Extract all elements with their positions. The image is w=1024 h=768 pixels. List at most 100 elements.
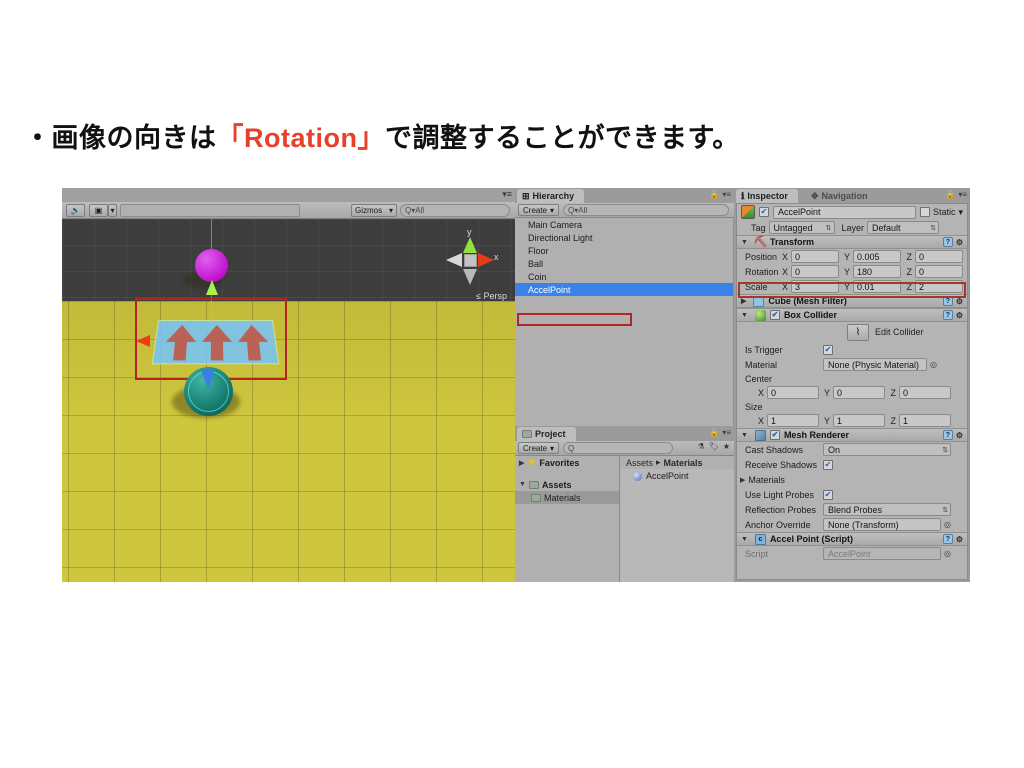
hierarchy-item-accelpoint[interactable]: AccelPoint	[515, 283, 733, 296]
project-tree-materials[interactable]: Materials	[515, 491, 619, 504]
hierarchy-item-ball[interactable]: Ball	[515, 257, 733, 270]
hierarchy-item-main-camera[interactable]: Main Camera	[515, 218, 733, 231]
chevron-down-icon[interactable]: ▼	[519, 481, 526, 488]
hierarchy-item-coin[interactable]: Coin	[515, 270, 733, 283]
reflection-probes-dropdown[interactable]: Blend Probes ⇅	[823, 503, 951, 516]
materials-row[interactable]: ▶ Materials	[737, 472, 967, 487]
hierarchy-menu-icon[interactable]: ▾≡	[722, 190, 731, 199]
mesh-renderer-enabled-checkbox[interactable]: ✔	[769, 430, 780, 440]
ball-object[interactable]	[195, 249, 228, 282]
mesh-filter-component-header[interactable]: ▶ Cube (Mesh Filter) ? ⚙	[737, 294, 967, 308]
center-y-input[interactable]: 0	[833, 386, 885, 399]
anchor-override-field[interactable]: None (Transform)	[823, 518, 941, 531]
static-toggle[interactable]: ✔ Static ▾	[919, 207, 963, 218]
object-picker-icon[interactable]: ◎	[944, 549, 951, 558]
help-icon[interactable]: ?	[942, 534, 953, 544]
script-field[interactable]: AccelPoint	[823, 547, 941, 560]
box-collider-enabled-checkbox[interactable]: ✔	[769, 310, 780, 320]
gear-icon[interactable]: ⚙	[956, 431, 963, 440]
cast-shadows-dropdown[interactable]: On ⇅	[823, 443, 951, 456]
chevron-right-icon[interactable]: ▶	[741, 297, 746, 305]
mesh-renderer-component-header[interactable]: ▼ ✔ Mesh Renderer ? ⚙	[737, 428, 967, 442]
position-y-input[interactable]: 0.005	[853, 250, 901, 263]
project-tree-assets[interactable]: ▼ Assets	[515, 478, 619, 491]
inspector-menu-icon[interactable]: ▾≡	[958, 190, 967, 199]
project-asset-item[interactable]: AccelPoint	[621, 469, 734, 483]
tab-hierarchy[interactable]: ⊞ Hierarchy	[517, 189, 585, 203]
center-z-input[interactable]: 0	[899, 386, 951, 399]
project-create-button[interactable]: Create ▾	[518, 442, 560, 454]
rotation-z-input[interactable]: 0	[915, 265, 963, 278]
chevron-down-icon[interactable]: ▼	[741, 312, 748, 319]
size-x-input[interactable]: 1	[767, 414, 819, 427]
lock-icon[interactable]: 🔒	[709, 428, 719, 437]
gizmo-y-icon[interactable]	[463, 237, 477, 253]
static-checkbox[interactable]: ✔	[919, 207, 930, 217]
chevron-down-icon[interactable]: ▼	[741, 536, 748, 543]
position-x-input[interactable]: 0	[791, 250, 839, 263]
transform-component-header[interactable]: ▼ ⛏ Transform ? ⚙	[737, 235, 967, 249]
position-z-input[interactable]: 0	[915, 250, 963, 263]
breadcrumb-current[interactable]: Materials	[664, 458, 703, 468]
scene-search-input[interactable]: Q▾All	[400, 204, 510, 217]
gear-icon[interactable]: ⚙	[956, 311, 963, 320]
gear-icon[interactable]: ⚙	[956, 238, 963, 247]
tag-dropdown[interactable]: Untagged ⇅	[768, 221, 835, 234]
help-icon[interactable]: ?	[942, 430, 953, 440]
projection-mode-label[interactable]: ≤ Persp	[476, 291, 507, 301]
tab-navigation[interactable]: ✥ Navigation	[806, 189, 878, 203]
label-icon[interactable]: 🏷	[709, 442, 719, 451]
gizmo-center-cube-icon[interactable]	[464, 254, 477, 267]
use-light-probes-checkbox[interactable]: ✔	[823, 489, 833, 500]
breadcrumb-root[interactable]: Assets	[626, 458, 653, 468]
accelpoint-object[interactable]	[151, 320, 280, 365]
hierarchy-item-directional-light[interactable]: Directional Light	[515, 231, 733, 244]
project-menu-icon[interactable]: ▾≡	[722, 428, 731, 437]
tab-project[interactable]: Project	[517, 427, 576, 441]
help-icon[interactable]: ?	[942, 296, 953, 306]
effects-dropdown-arrow-icon[interactable]: ▾	[108, 204, 117, 217]
hierarchy-item-floor[interactable]: Floor	[515, 244, 733, 257]
gizmo-x-cone-icon[interactable]	[136, 335, 150, 347]
center-x-input[interactable]: 0	[767, 386, 819, 399]
image-effects-icon[interactable]: ▣	[89, 204, 108, 217]
physic-material-field[interactable]: None (Physic Material)	[823, 358, 927, 371]
accel-point-script-header[interactable]: ▼ c Accel Point (Script) ? ⚙	[737, 532, 967, 546]
chevron-down-icon[interactable]: ▼	[741, 432, 748, 439]
audio-toggle-icon[interactable]: 🔊	[66, 204, 85, 217]
edit-collider-button[interactable]: ⌇	[847, 323, 869, 341]
lock-icon[interactable]: 🔒	[945, 190, 955, 199]
scale-z-input[interactable]: 2	[915, 280, 963, 293]
chevron-right-icon[interactable]: ▶	[519, 459, 524, 467]
scale-x-input[interactable]: 3	[791, 280, 839, 293]
size-z-input[interactable]: 1	[899, 414, 951, 427]
gizmo-negative-y-icon[interactable]	[463, 269, 477, 285]
scene-orientation-gizmo[interactable]: y x	[439, 227, 501, 291]
rotation-y-input[interactable]: 180	[853, 265, 901, 278]
tab-inspector[interactable]: ℹ Inspector	[736, 189, 798, 203]
hierarchy-search-input[interactable]: Q▾All	[563, 204, 729, 216]
gizmos-dropdown[interactable]: Gizmos ▾	[351, 204, 397, 217]
hierarchy-create-button[interactable]: Create ▾	[518, 204, 560, 216]
scale-y-input[interactable]: 0.01	[853, 280, 901, 293]
gear-icon[interactable]: ⚙	[956, 535, 963, 544]
lock-icon[interactable]: 🔒	[709, 190, 719, 199]
rotation-x-input[interactable]: 0	[791, 265, 839, 278]
project-tree-favorites[interactable]: ▶ ★ Favorites	[515, 456, 619, 469]
gizmo-negative-x-icon[interactable]	[446, 253, 462, 267]
scene-menu-icon[interactable]: ▾≡	[502, 190, 512, 199]
object-name-input[interactable]: AccelPoint	[773, 205, 916, 219]
chevron-right-icon[interactable]: ▶	[740, 476, 745, 484]
box-collider-component-header[interactable]: ▼ ✔ Box Collider ? ⚙	[737, 308, 967, 322]
gizmo-y-cone-icon[interactable]	[206, 280, 218, 295]
help-icon[interactable]: ?	[942, 237, 953, 247]
object-enabled-checkbox[interactable]: ✔	[759, 207, 769, 217]
gizmo-x-icon[interactable]	[478, 253, 494, 267]
object-picker-icon[interactable]: ◎	[930, 360, 937, 369]
size-y-input[interactable]: 1	[833, 414, 885, 427]
object-picker-icon[interactable]: ◎	[944, 520, 951, 529]
static-dropdown-arrow-icon[interactable]: ▾	[958, 207, 963, 218]
receive-shadows-checkbox[interactable]: ✔	[823, 459, 833, 470]
scene-canvas[interactable]: y x ≤ Persp	[62, 219, 515, 582]
favorite-star-icon[interactable]: ★	[723, 442, 730, 451]
